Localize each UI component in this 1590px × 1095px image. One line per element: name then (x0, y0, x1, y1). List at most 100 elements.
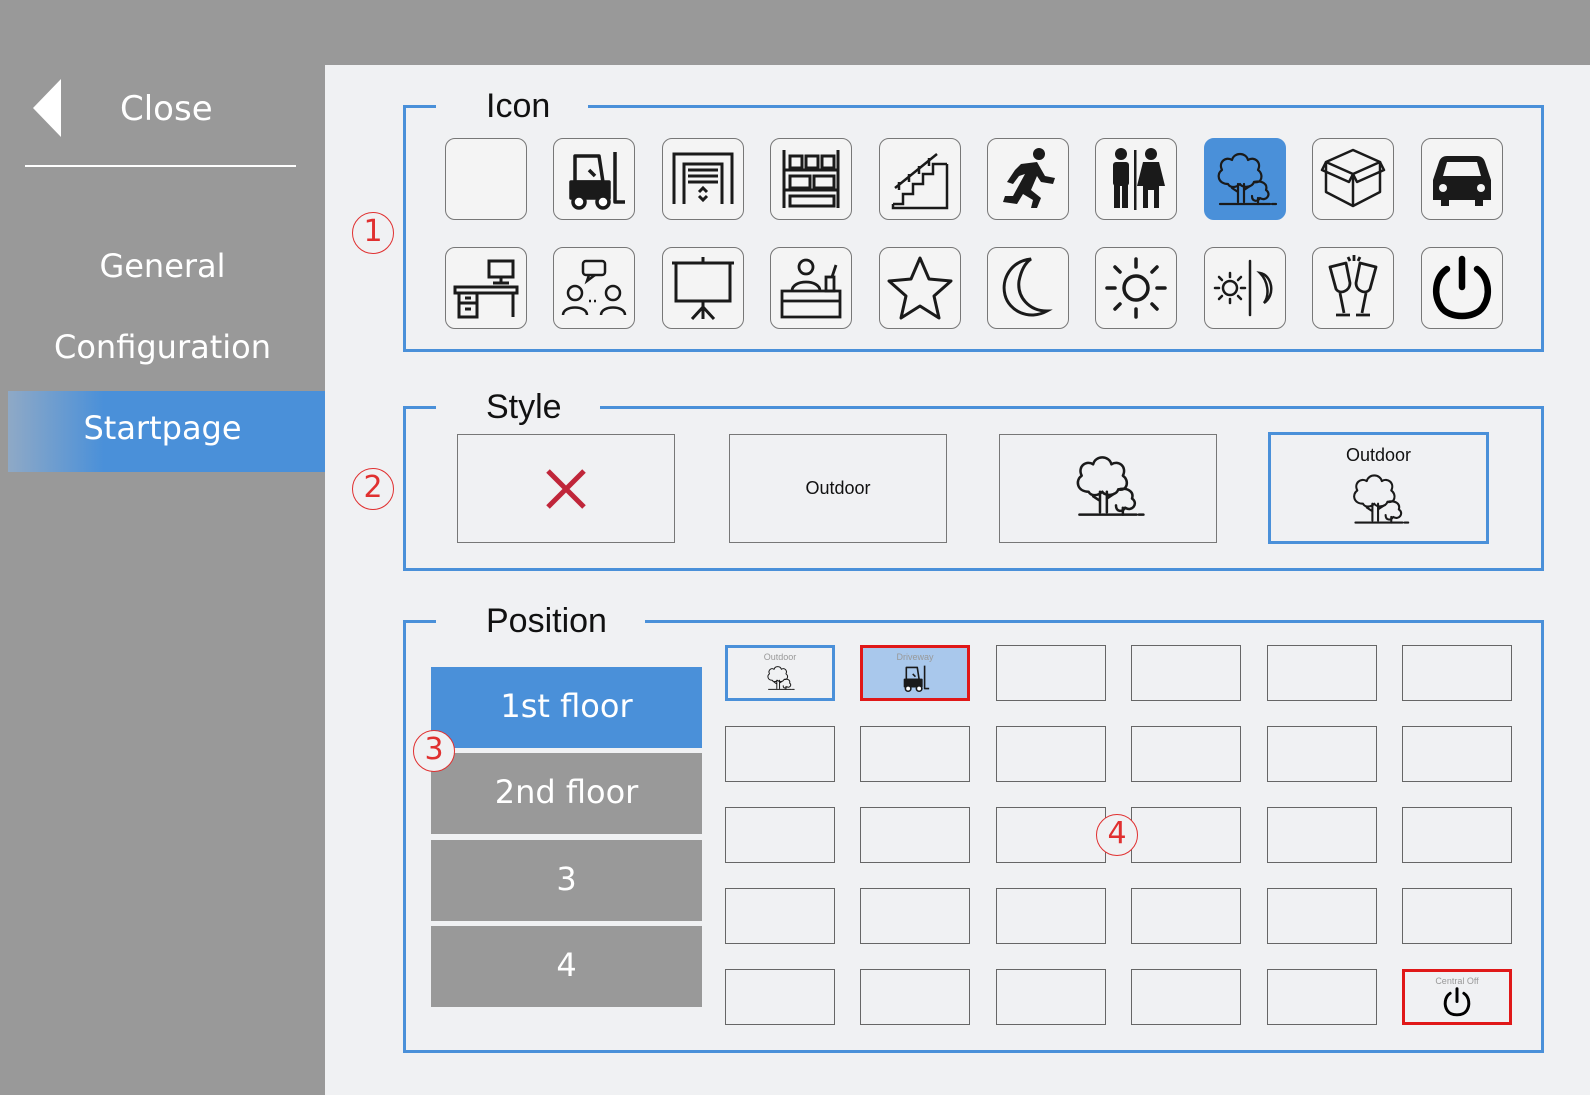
icon-option-restroom[interactable] (1095, 138, 1177, 220)
style-group-title: Style (436, 387, 600, 427)
icon-option-garage-door[interactable] (662, 138, 744, 220)
position-slot[interactable] (1267, 888, 1377, 944)
position-slot[interactable] (725, 969, 835, 1025)
forklift-icon (899, 662, 931, 699)
nav-item-general[interactable]: General (0, 236, 325, 296)
icon-option-empty[interactable] (445, 138, 527, 220)
garage-door-icon (672, 152, 734, 204)
position-slot[interactable] (860, 807, 970, 863)
position-slot[interactable] (1402, 645, 1512, 701)
stairs-icon (891, 153, 949, 210)
presentation-board-icon (672, 257, 734, 321)
icon-option-champagne[interactable] (1312, 247, 1394, 329)
position-slot[interactable] (1131, 888, 1241, 944)
position-slot[interactable] (860, 969, 970, 1025)
icon-option-star[interactable] (879, 247, 961, 329)
tree-icon (1352, 474, 1409, 524)
sun-icon (1105, 257, 1167, 319)
restroom-icon (1113, 148, 1165, 210)
nav-item-configuration[interactable]: Configuration (0, 317, 325, 377)
close-button[interactable]: Close (25, 75, 296, 145)
icon-option-tree[interactable] (1204, 138, 1286, 220)
moon-icon (1002, 257, 1053, 317)
position-slot[interactable] (1402, 807, 1512, 863)
position-slot[interactable] (1131, 645, 1241, 701)
power-icon (1432, 255, 1492, 320)
icon-group-title: Icon (436, 86, 589, 126)
position-slot[interactable] (725, 807, 835, 863)
style-option-text-icon-label: Outdoor (1345, 445, 1412, 465)
meeting-icon (561, 259, 627, 316)
box-icon (1320, 148, 1386, 208)
close-label: Close (120, 89, 213, 129)
style-option-text-icon[interactable]: Outdoor (1268, 432, 1489, 544)
style-option-text[interactable]: Outdoor (729, 434, 947, 543)
position-slot[interactable] (1402, 726, 1512, 782)
style-option-none[interactable] (457, 434, 675, 543)
x-icon (546, 468, 586, 509)
power-icon (1443, 987, 1471, 1017)
position-slot-label: Central Off (1435, 976, 1479, 986)
position-slot[interactable] (996, 645, 1106, 701)
position-slot-central-off[interactable]: Central Off (1402, 969, 1512, 1025)
reception-icon (780, 258, 842, 319)
position-slot[interactable] (996, 888, 1106, 944)
position-slot[interactable] (1267, 726, 1377, 782)
position-slot[interactable] (1267, 969, 1377, 1025)
icon-option-reception[interactable] (770, 247, 852, 329)
floor-tab-1[interactable]: 1st floor (431, 667, 702, 748)
icon-option-meeting[interactable] (553, 247, 635, 329)
position-slot[interactable] (1131, 726, 1241, 782)
position-slot[interactable] (1131, 807, 1241, 863)
position-slot[interactable] (860, 888, 970, 944)
marker-2: 2 (352, 468, 394, 510)
forklift-icon (903, 665, 930, 693)
tree-icon (1346, 466, 1412, 537)
floor-tab-2[interactable]: 2nd floor (431, 753, 702, 834)
icon-option-car[interactable] (1421, 138, 1503, 220)
floor-tab-3[interactable]: 3 (431, 840, 702, 921)
style-option-text-label: Outdoor (805, 478, 871, 498)
power-icon (1441, 986, 1473, 1023)
position-slot[interactable] (996, 969, 1106, 1025)
sidebar: Close General Configuration Startpage (0, 0, 328, 1095)
icon-option-presentation-board[interactable] (662, 247, 744, 329)
tree-icon (767, 666, 795, 690)
position-slot-driveway[interactable]: Driveway (860, 645, 970, 701)
position-slot[interactable] (725, 888, 835, 944)
position-slot-label: Outdoor (763, 652, 797, 662)
position-slot[interactable] (1402, 888, 1512, 944)
marker-1: 1 (352, 212, 394, 254)
position-slot[interactable] (996, 726, 1106, 782)
icon-option-running-person[interactable] (987, 138, 1069, 220)
champagne-icon (1328, 255, 1378, 317)
position-slot[interactable] (1131, 969, 1241, 1025)
floor-tab-4[interactable]: 4 (431, 926, 702, 1007)
tree-icon (1217, 152, 1278, 206)
car-icon (1433, 156, 1491, 206)
style-option-icon[interactable] (999, 434, 1217, 543)
icon-option-box[interactable] (1312, 138, 1394, 220)
position-slot[interactable] (1267, 645, 1377, 701)
icon-option-day-night[interactable] (1204, 247, 1286, 329)
icon-option-moon[interactable] (987, 247, 1069, 329)
position-slot[interactable] (725, 726, 835, 782)
icon-option-shelves[interactable] (770, 138, 852, 220)
icon-option-stairs[interactable] (879, 138, 961, 220)
icon-option-desk[interactable] (445, 247, 527, 329)
position-slot[interactable] (996, 807, 1106, 863)
sidebar-divider (25, 165, 296, 167)
icon-option-forklift[interactable] (553, 138, 635, 220)
marker-4: 4 (1096, 814, 1138, 856)
back-arrow-icon (33, 79, 61, 137)
day-night-icon (1213, 259, 1273, 317)
marker-3: 3 (413, 730, 455, 772)
shelves-icon (782, 150, 840, 208)
position-slot[interactable] (860, 726, 970, 782)
icon-option-power[interactable] (1421, 247, 1503, 329)
position-slot[interactable] (1267, 807, 1377, 863)
tree-icon (764, 662, 796, 699)
icon-option-sun[interactable] (1095, 247, 1177, 329)
nav-item-startpage[interactable]: Startpage (0, 398, 325, 458)
position-slot-outdoor[interactable]: Outdoor (725, 645, 835, 701)
